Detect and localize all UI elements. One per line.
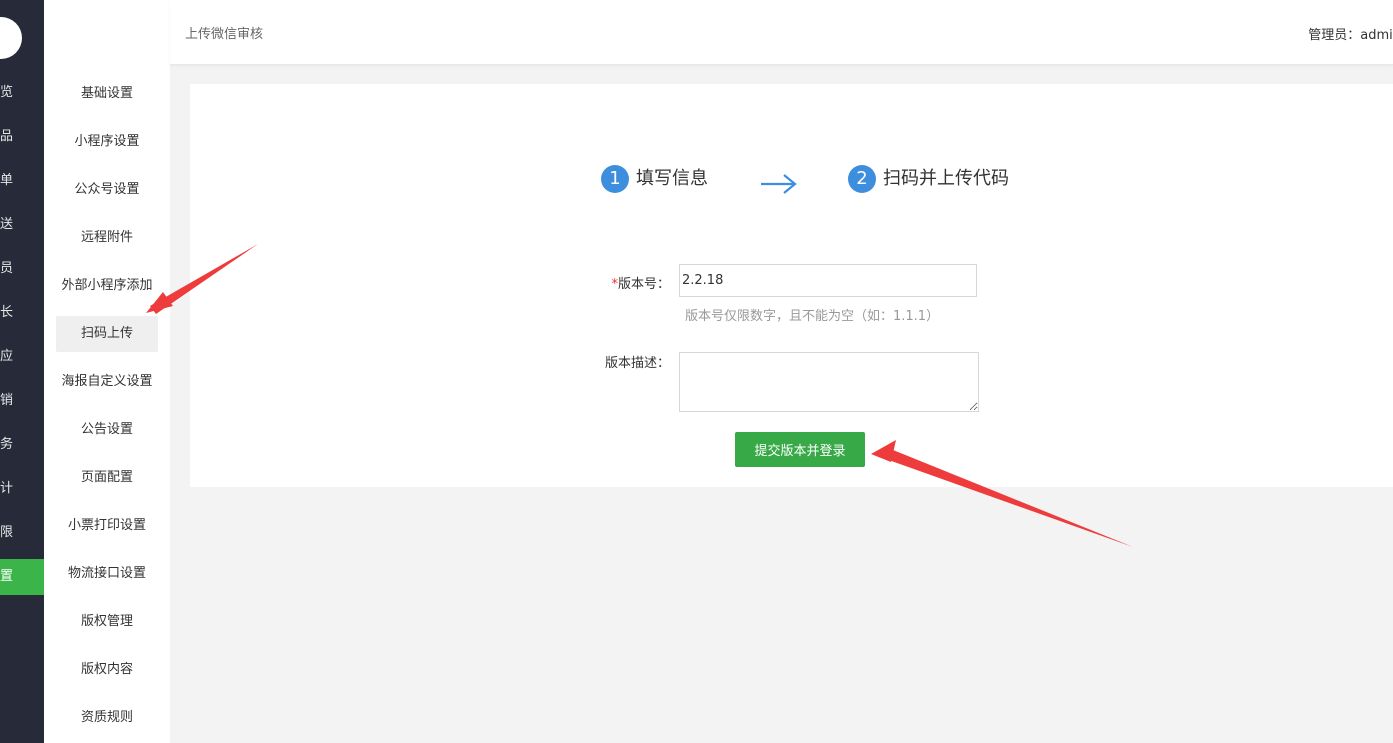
top-header: 上传微信审核 管理员：admin <box>170 0 1393 65</box>
nav-item-members[interactable]: 会员 <box>0 251 44 287</box>
admin-name[interactable]: admin <box>1360 28 1393 43</box>
nav-item-finance[interactable]: 财务 <box>0 427 44 463</box>
nav-item-marketing[interactable]: 营销 <box>0 383 44 419</box>
sub-nav-item-qualification-rules[interactable]: 资质规则 <box>56 700 158 736</box>
sub-nav-item-poster-settings[interactable]: 海报自定义设置 <box>56 364 158 400</box>
nav-item-overview[interactable]: 总览 <box>0 75 44 111</box>
nav-item-goods[interactable]: 商品 <box>0 119 44 155</box>
sub-nav-item-logistics-api[interactable]: 物流接口设置 <box>56 556 158 592</box>
version-desc-textarea[interactable] <box>679 352 979 412</box>
desc-label: 版本描述： <box>604 356 670 371</box>
sub-nav-item-basic-settings[interactable]: 基础设置 <box>56 76 158 112</box>
version-label-text: 版本号： <box>617 277 670 292</box>
nav-item-delivery[interactable]: 配送 <box>0 207 44 243</box>
step-1-label: 填写信息 <box>636 168 708 189</box>
sub-nav-item-notice-settings[interactable]: 公告设置 <box>56 412 158 448</box>
main-nav: 总览 商品 订单 配送 会员 团长 供应 营销 财务 统计 权限 设置 <box>0 0 44 743</box>
version-hint: 版本号仅限数字，且不能为空（如：1.1.1） <box>685 309 940 324</box>
nav-item-settings[interactable]: 设置 <box>0 559 44 595</box>
admin-label: 管理员： <box>1308 28 1361 43</box>
version-label: *版本号： <box>610 273 670 292</box>
nav-item-orders[interactable]: 订单 <box>0 163 44 199</box>
sub-nav-item-receipt-printer[interactable]: 小票打印设置 <box>56 508 158 544</box>
sub-nav-item-remote-attachments[interactable]: 远程附件 <box>56 220 158 256</box>
sub-nav-item-scan-upload[interactable]: 扫码上传 <box>56 316 158 352</box>
sub-nav-item-miniprogram-settings[interactable]: 小程序设置 <box>56 124 158 160</box>
step-2-label: 扫码并上传代码 <box>883 168 1009 189</box>
sub-nav-item-official-account-settings[interactable]: 公众号设置 <box>56 172 158 208</box>
nav-item-supply[interactable]: 供应 <box>0 339 44 375</box>
nav-item-permissions[interactable]: 权限 <box>0 515 44 551</box>
step-2-number: 2 <box>848 165 876 193</box>
version-input[interactable] <box>679 264 977 297</box>
sub-nav-item-copyright-management[interactable]: 版权管理 <box>56 604 158 640</box>
logo <box>0 17 22 59</box>
sub-nav-item-page-config[interactable]: 页面配置 <box>56 460 158 496</box>
step-arrow-icon <box>761 174 797 194</box>
nav-item-leaders[interactable]: 团长 <box>0 295 44 331</box>
upload-card: 1 填写信息 2 扫码并上传代码 *版本号： 版本号仅限数字，且不能为空（如：1… <box>190 84 1393 487</box>
sub-nav: 基础设置 小程序设置 公众号设置 远程附件 外部小程序添加 扫码上传 海报自定义… <box>44 0 170 743</box>
sub-nav-item-copyright-content[interactable]: 版权内容 <box>56 652 158 688</box>
nav-item-stats[interactable]: 统计 <box>0 471 44 507</box>
breadcrumb: 上传微信审核 <box>185 27 264 42</box>
submit-version-login-button[interactable]: 提交版本并登录 <box>735 432 865 467</box>
sub-nav-item-external-miniprogram[interactable]: 外部小程序添加 <box>56 268 158 304</box>
admin-info[interactable]: 管理员：admin <box>1308 24 1393 43</box>
step-1-number: 1 <box>601 165 629 193</box>
